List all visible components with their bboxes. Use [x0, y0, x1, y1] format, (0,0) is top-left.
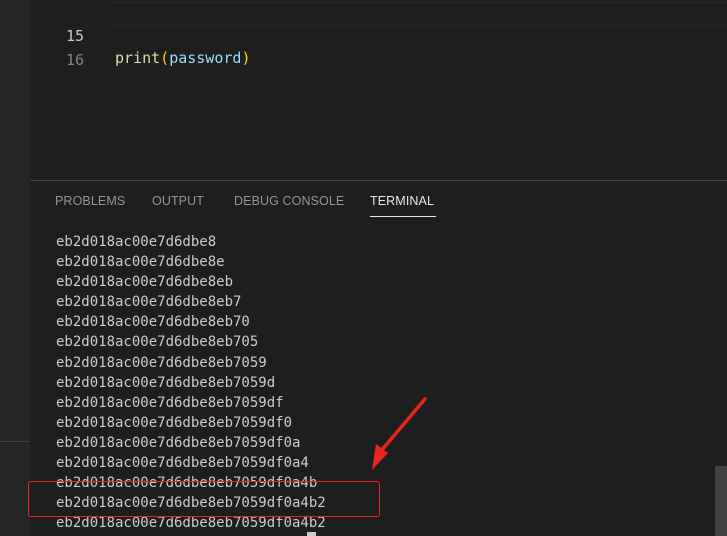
- terminal-line: eb2d018ac00e7d6dbe8eb7059d: [56, 374, 276, 391]
- terminal-line: eb2d018ac00e7d6dbe8eb7059df0a4b: [56, 475, 318, 492]
- terminal-line: eb2d018ac00e7d6dbe8: [56, 234, 217, 250]
- active-tab-underline: [370, 216, 436, 217]
- tab-problems[interactable]: PROBLEMS: [55, 194, 125, 208]
- terminal-line: eb2d018ac00e7d6dbe8eb70: [56, 314, 250, 331]
- terminal-line: eb2d018ac00e7d6dbe8eb: [56, 274, 234, 291]
- variable-token: password: [169, 49, 242, 67]
- tab-terminal[interactable]: TERMINAL: [370, 194, 434, 208]
- terminal-line: eb2d018ac00e7d6dbe8eb705: [56, 334, 259, 351]
- terminal-cursor: [307, 532, 316, 536]
- paren-token: ): [241, 49, 251, 67]
- code-line[interactable]: 16: [30, 27, 727, 69]
- terminal-line: eb2d018ac00e7d6dbe8e: [56, 254, 225, 271]
- tab-debug-console[interactable]: DEBUG CONSOLE: [234, 194, 344, 208]
- side-divider: [0, 441, 30, 442]
- vscode-window: 15 print(password) 16 PROBLEMS OUTPUT DE…: [0, 0, 727, 536]
- terminal-line: eb2d018ac00e7d6dbe8eb7059df0a: [56, 434, 301, 451]
- terminal-line: eb2d018ac00e7d6dbe8eb7059df: [56, 394, 284, 411]
- terminal-line: eb2d018ac00e7d6dbe8eb7: [56, 294, 242, 311]
- terminal-line: eb2d018ac00e7d6dbe8eb7059: [56, 354, 267, 371]
- function-token: print: [115, 49, 161, 67]
- tab-output[interactable]: OUTPUT: [152, 194, 204, 208]
- code-line[interactable]: 15 print(password): [30, 3, 727, 67]
- paren-token: (: [160, 49, 170, 67]
- terminal-output[interactable]: eb2d018ac00e7d6dbe8 eb2d018ac00e7d6dbe8e…: [56, 232, 706, 533]
- terminal-line: eb2d018ac00e7d6dbe8eb7059df0a4b2: [56, 495, 326, 512]
- line-number: 16: [65, 51, 84, 69]
- panel-tabs: PROBLEMS OUTPUT DEBUG CONSOLE TERMINAL: [30, 181, 727, 221]
- terminal-scrollbar[interactable]: [715, 466, 727, 536]
- terminal-line: eb2d018ac00e7d6dbe8eb7059df0a4: [56, 455, 309, 472]
- code-editor[interactable]: 15 print(password) 16: [30, 0, 727, 180]
- terminal-line: eb2d018ac00e7d6dbe8eb7059df0: [56, 414, 293, 431]
- terminal-line: eb2d018ac00e7d6dbe8eb7059df0a4b2: [56, 515, 326, 532]
- side-strip: [0, 0, 30, 536]
- code-text: print(password): [115, 47, 250, 69]
- bottom-panel: PROBLEMS OUTPUT DEBUG CONSOLE TERMINAL e…: [30, 180, 727, 536]
